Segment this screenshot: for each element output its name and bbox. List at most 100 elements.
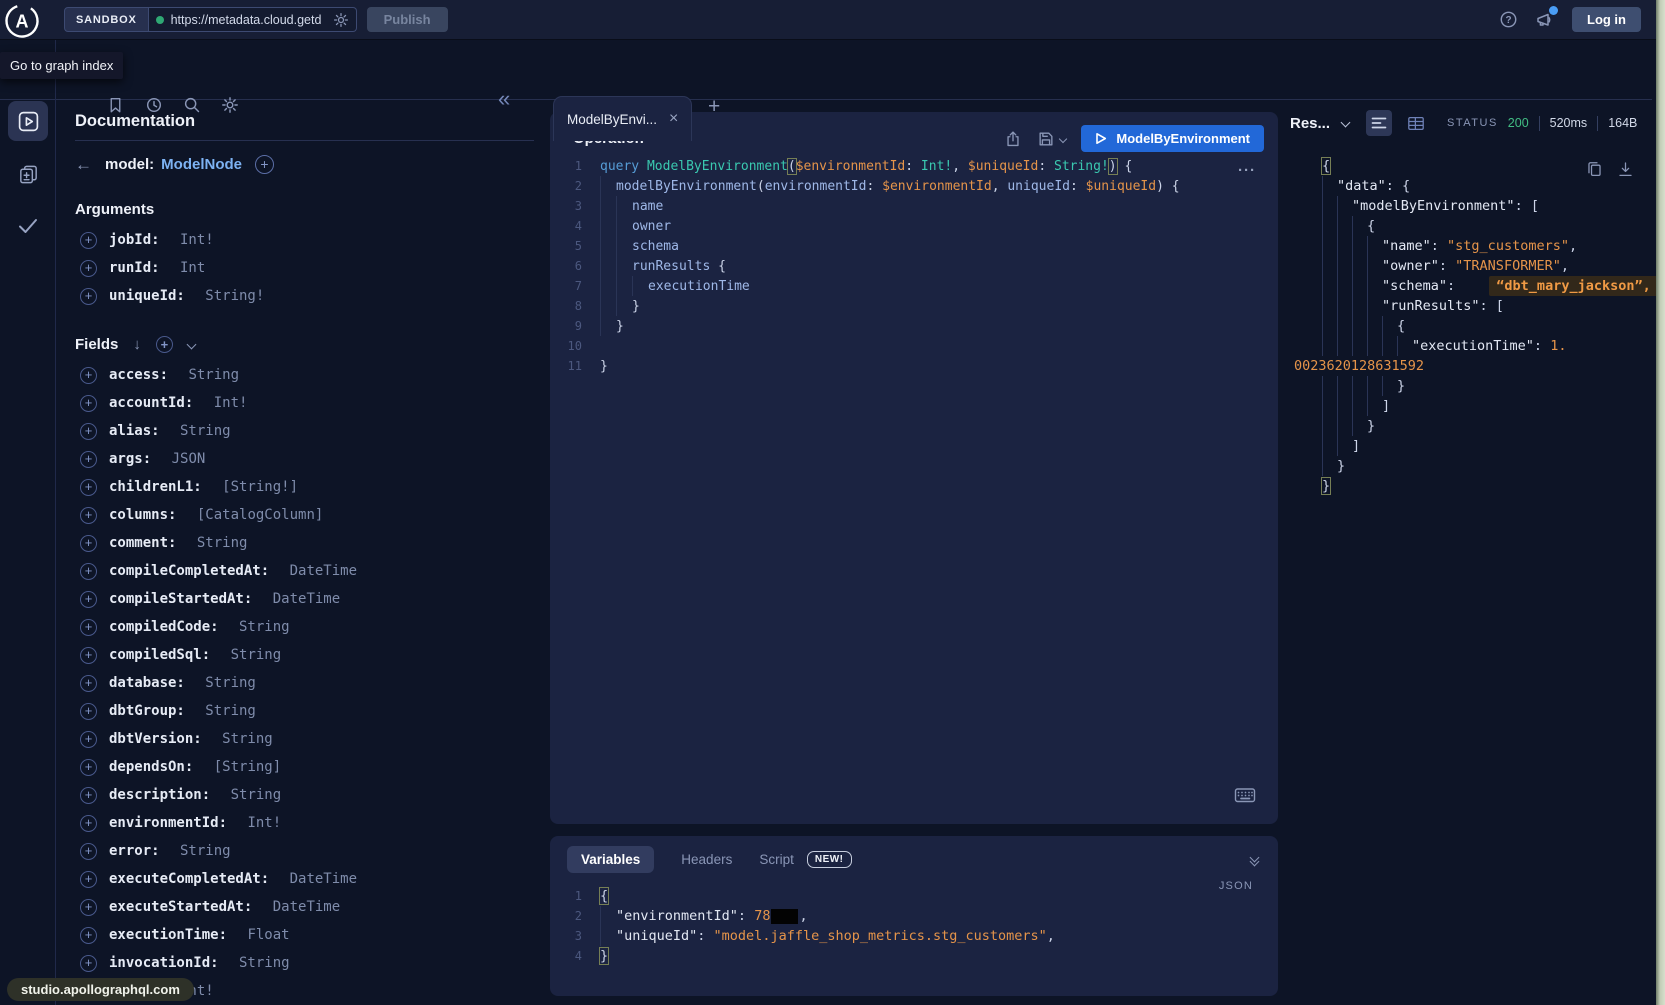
- field-row[interactable]: accountId: Int!: [68, 389, 546, 417]
- help-icon[interactable]: ?: [1499, 10, 1518, 29]
- field-type[interactable]: String: [197, 675, 256, 691]
- chevron-down-icon[interactable]: [1341, 117, 1351, 127]
- field-type[interactable]: String: [180, 367, 239, 383]
- login-button[interactable]: Log in: [1572, 7, 1641, 32]
- apollo-logo[interactable]: A: [3, 2, 41, 40]
- add-field-icon[interactable]: [80, 260, 97, 277]
- variables-editor[interactable]: 1{2"environmentId": 78,3"uniqueId": "mod…: [550, 886, 1278, 966]
- field-row[interactable]: runId: Int: [68, 254, 546, 282]
- response-title[interactable]: Res...: [1290, 115, 1330, 132]
- field-row[interactable]: dependsOn: [String]: [68, 753, 546, 781]
- operation-editor[interactable]: 1query ModelByEnvironment($environmentId…: [550, 156, 1278, 376]
- field-row[interactable]: columns: [CatalogColumn]: [68, 501, 546, 529]
- share-icon[interactable]: [1004, 130, 1022, 148]
- field-type[interactable]: String: [222, 647, 281, 663]
- field-row[interactable]: environmentId: Int!: [68, 809, 546, 837]
- field-row[interactable]: description: String: [68, 781, 546, 809]
- field-row[interactable]: access: String: [68, 361, 546, 389]
- field-type[interactable]: [String]: [205, 759, 281, 775]
- nav-operations[interactable]: [8, 101, 48, 141]
- add-field-icon[interactable]: [80, 451, 97, 468]
- field-row[interactable]: jobId: Int!: [68, 226, 546, 254]
- table-view-icon[interactable]: [1407, 115, 1425, 132]
- field-type-link[interactable]: ModelNode: [161, 156, 242, 173]
- publish-button[interactable]: Publish: [367, 7, 448, 32]
- endpoint-url[interactable]: https://metadata.cloud.getd: [171, 13, 326, 27]
- field-row[interactable]: args: JSON: [68, 445, 546, 473]
- endpoint-settings-icon[interactable]: [333, 12, 349, 28]
- field-row[interactable]: executeCompletedAt: DateTime: [68, 865, 546, 893]
- add-field-icon[interactable]: [80, 955, 97, 972]
- add-field-icon[interactable]: [80, 591, 97, 608]
- field-type[interactable]: String: [214, 731, 273, 747]
- sort-icon[interactable]: ↓: [133, 336, 141, 353]
- field-type[interactable]: Int: [172, 260, 206, 276]
- field-type[interactable]: Int!: [205, 395, 247, 411]
- chevron-down-icon[interactable]: [1059, 134, 1067, 142]
- field-row[interactable]: uniqueId: String!: [68, 282, 546, 310]
- add-field-icon[interactable]: [80, 759, 97, 776]
- add-field-icon[interactable]: [80, 535, 97, 552]
- formatted-view-button[interactable]: [1366, 110, 1392, 136]
- collapse-panel-icon[interactable]: [1251, 854, 1258, 865]
- back-icon[interactable]: ←: [75, 156, 92, 173]
- field-row[interactable]: childrenL1: [String!]: [68, 473, 546, 501]
- add-field-icon[interactable]: [80, 815, 97, 832]
- add-field-icon[interactable]: [80, 787, 97, 804]
- add-field-icon[interactable]: [80, 563, 97, 580]
- add-field-icon[interactable]: [80, 367, 97, 384]
- field-type[interactable]: String: [188, 535, 247, 551]
- field-type[interactable]: [CatalogColumn]: [188, 507, 323, 523]
- url-input[interactable]: https://metadata.cloud.getd: [149, 7, 357, 32]
- field-row[interactable]: compiledCode: String: [68, 613, 546, 641]
- field-row[interactable]: dbtGroup: String: [68, 697, 546, 725]
- add-field-icon[interactable]: [80, 703, 97, 720]
- field-type[interactable]: String!: [197, 288, 264, 304]
- field-row[interactable]: dbtVersion: String: [68, 725, 546, 753]
- field-type[interactable]: String: [197, 703, 256, 719]
- save-icon[interactable]: [1037, 130, 1055, 148]
- field-type[interactable]: String: [231, 619, 290, 635]
- add-field-icon[interactable]: [80, 871, 97, 888]
- field-type[interactable]: String: [231, 955, 290, 971]
- field-row[interactable]: database: String: [68, 669, 546, 697]
- add-field-icon[interactable]: [80, 647, 97, 664]
- field-type[interactable]: Int!: [239, 815, 281, 831]
- field-type[interactable]: DateTime: [281, 563, 357, 579]
- field-type[interactable]: Int!: [172, 232, 214, 248]
- field-row[interactable]: error: String: [68, 837, 546, 865]
- copy-icon[interactable]: [1586, 160, 1603, 178]
- field-type[interactable]: DateTime: [264, 899, 340, 915]
- field-row[interactable]: comment: String: [68, 529, 546, 557]
- add-field-icon[interactable]: [80, 423, 97, 440]
- run-operation-button[interactable]: ModelByEnvironment: [1081, 125, 1264, 152]
- field-type[interactable]: String: [222, 787, 281, 803]
- nav-schema[interactable]: [8, 154, 48, 194]
- field-row[interactable]: alias: String: [68, 417, 546, 445]
- tab-modelbyenvironment[interactable]: ModelByEnvi... ×: [553, 96, 692, 141]
- keyboard-shortcuts-icon[interactable]: [1234, 786, 1256, 804]
- download-icon[interactable]: [1617, 160, 1634, 178]
- field-type[interactable]: Float: [239, 927, 290, 943]
- field-type[interactable]: JSON: [163, 451, 205, 467]
- close-tab-icon[interactable]: ×: [669, 111, 678, 127]
- field-row[interactable]: compileStartedAt: DateTime: [68, 585, 546, 613]
- add-field-icon[interactable]: [80, 619, 97, 636]
- add-field-icon[interactable]: [80, 288, 97, 305]
- field-type[interactable]: DateTime: [264, 591, 340, 607]
- add-field-icon[interactable]: [80, 675, 97, 692]
- field-type[interactable]: String: [172, 423, 231, 439]
- add-to-query-icon[interactable]: [255, 155, 274, 174]
- add-field-icon[interactable]: [80, 232, 97, 249]
- field-row[interactable]: compileCompletedAt: DateTime: [68, 557, 546, 585]
- tab-variables[interactable]: Variables: [567, 846, 654, 873]
- add-field-icon[interactable]: [80, 899, 97, 916]
- add-field-icon[interactable]: [80, 395, 97, 412]
- add-all-fields-icon[interactable]: [156, 336, 173, 353]
- add-field-icon[interactable]: [80, 731, 97, 748]
- tab-script[interactable]: Script: [759, 852, 794, 867]
- nav-checks[interactable]: [8, 206, 48, 246]
- chevron-down-icon[interactable]: [186, 340, 196, 350]
- field-row[interactable]: executionTime: Float: [68, 921, 546, 949]
- add-field-icon[interactable]: [80, 927, 97, 944]
